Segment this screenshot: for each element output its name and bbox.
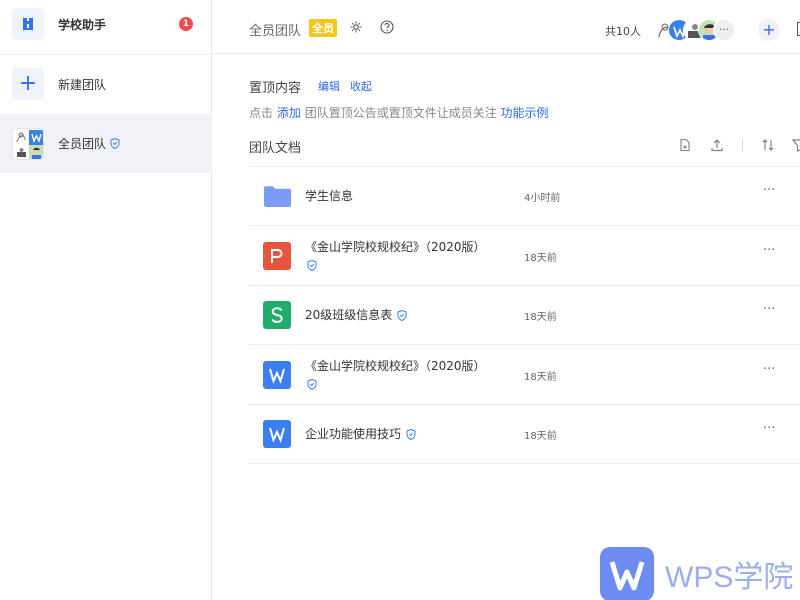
team-name-label: 全员团队 [58,137,107,151]
pinned-desc-prefix: 点击 [249,106,274,120]
new-team-label: 新建团队 [58,77,107,92]
toolbar-divider [742,138,743,152]
file-name: 20级班级信息表 [305,306,407,323]
list-item[interactable]: 《金山学院校规校纪》（2020版） 18天前 ··· [249,346,800,405]
file-modified-time: 4小时前 [524,193,561,204]
school-assistant-icon [12,8,44,40]
more-options-button[interactable]: ··· [763,243,775,258]
member-count: 共10人 [605,25,641,38]
add-member-button[interactable]: + [758,19,780,41]
notification-badge: 1 [179,17,193,31]
security-shield-icon [307,379,317,390]
more-members-icon: ··· [713,19,735,41]
file-modified-time: 18天前 [524,312,557,323]
new-team-button[interactable]: + 新建团队 [0,55,212,113]
filter-icon[interactable] [792,138,800,152]
pinned-section-title: 置顶内容 [249,81,302,96]
list-item[interactable]: 企业功能使用技巧 18天前 ··· [249,405,800,464]
more-options-button[interactable]: ··· [763,362,775,377]
list-item[interactable]: 20级班级信息表 18天前 ··· [249,286,800,345]
all-members-tag: 全员 [309,19,337,37]
new-file-icon[interactable] [678,138,692,152]
add-pinned-link[interactable]: 添加 [277,106,301,120]
pinned-description: 点击 添加 团队置顶公告或置顶文件让成员关注 功能示例 [249,104,549,121]
sidebar-item-all-members-team[interactable]: 全员团队 [0,114,212,173]
page-title: 全员团队 [249,24,302,39]
sort-icon[interactable] [761,138,775,152]
file-name: 企业功能使用技巧 [305,425,416,442]
plus-icon: + [12,68,44,100]
sidebar-item-label: 学校助手 [58,17,107,32]
file-name: 《金山学院校规校纪》（2020版） [305,359,486,373]
file-name-text: 企业功能使用技巧 [305,427,402,441]
feature-example-link[interactable]: 功能示例 [501,106,549,120]
watermark-text: WPS学院 [665,561,794,594]
spreadsheet-file-icon [263,301,291,329]
team-header: 全员团队 全员 共10人 ··· + [213,0,800,54]
sidebar: 学校助手 1 + 新建团队 全员团队 [0,0,212,600]
file-name: 学生信息 [305,189,354,203]
help-icon[interactable] [380,20,394,34]
more-options-button[interactable]: ··· [763,183,775,198]
collapse-pinned-link[interactable]: 收起 [350,78,372,94]
gear-icon[interactable] [349,20,363,34]
security-shield-icon [110,138,120,149]
file-name: 《金山学院校规校纪》（2020版） [305,240,486,254]
more-options-button[interactable]: ··· [763,302,775,317]
folder-icon [264,186,291,207]
list-item[interactable]: 学生信息 4小时前 ··· [249,167,800,226]
pinned-desc-text: 团队置顶公告或置顶文件让成员关注 [304,106,497,120]
sidebar-item-school-assistant[interactable]: 学校助手 1 [0,0,212,53]
document-file-icon [263,420,291,448]
security-shield-icon [397,310,407,321]
security-shield-icon [307,260,317,271]
edit-pinned-link[interactable]: 编辑 [318,78,340,94]
document-file-icon [263,361,291,389]
file-modified-time: 18天前 [524,253,557,264]
team-avatar-collage [12,127,44,160]
file-modified-time: 18天前 [524,431,557,442]
wps-logo-icon [600,547,654,600]
security-shield-icon [406,429,416,440]
more-options-button[interactable]: ··· [763,421,775,436]
team-docs-title: 团队文档 [249,141,302,156]
file-name-text: 20级班级信息表 [305,308,393,322]
upload-icon[interactable] [710,138,724,152]
list-item[interactable]: 《金山学院校规校纪》（2020版） 18天前 ··· [249,227,800,286]
file-modified-time: 18天前 [524,372,557,383]
presentation-file-icon [263,242,291,270]
